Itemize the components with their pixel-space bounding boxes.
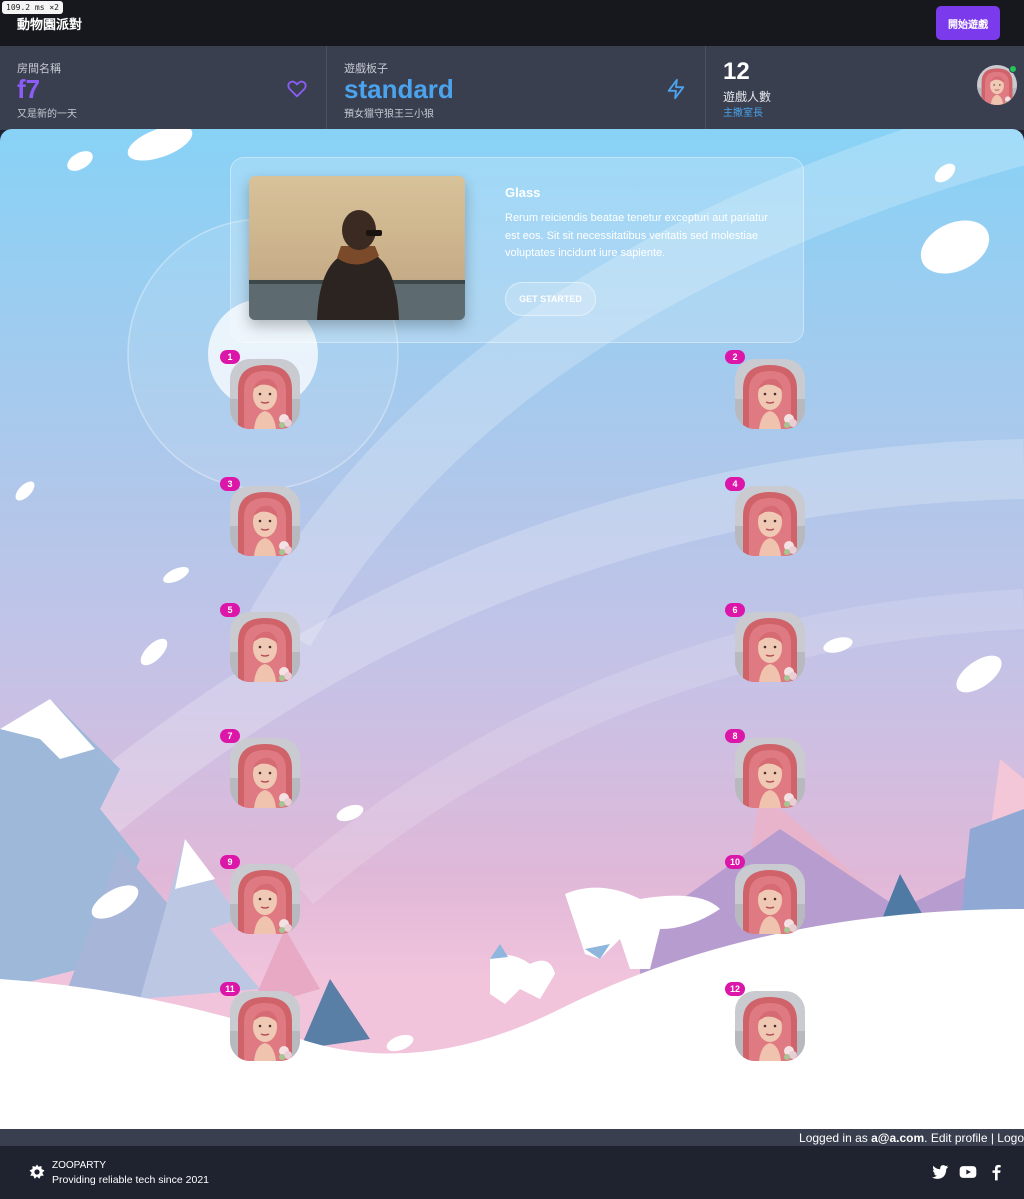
login-email: a@a.com [871,1131,925,1145]
seat-number-badge: 12 [725,982,746,996]
stats-bar: 房間名稱 f7 又是新的一天 遊戲板子 standard 預女獵守狼王三小狼 1… [0,46,1024,130]
card-text: Rerum reiciendis beatae tenetur exceptur… [505,212,768,259]
player-seat[interactable]: 8 [725,729,805,808]
room-sub: 又是新的一天 [17,109,77,120]
login-status: Logged in as a@a.com. Edit profile | Log… [799,1131,1024,1145]
seat-number-badge: 9 [220,855,240,869]
glass-card: Glass Rerum reiciendis beatae tenetur ex… [230,157,804,343]
player-avatar [735,864,805,934]
player-seat[interactable]: 1 [220,350,300,429]
seat-number-badge: 8 [725,729,745,743]
player-seat[interactable]: 6 [725,603,805,682]
game-stage: Glass Rerum reiciendis beatae tenetur ex… [0,129,1024,1129]
stat-players: 12 遊戲人數 主撒室長 [706,46,1024,130]
youtube-icon[interactable] [958,1162,978,1182]
player-avatar [735,486,805,556]
players-value: 12 [723,58,750,85]
seat-number-badge: 1 [220,350,240,364]
seat-number-badge: 5 [220,603,240,617]
player-seat[interactable]: 3 [220,477,300,556]
app-title[interactable]: 動物園派對 [17,14,82,33]
footer-tagline: Providing reliable tech since 2021 [52,1174,210,1186]
player-avatar [230,486,300,556]
player-avatar [230,612,300,682]
stat-board: 遊戲板子 standard 預女獵守狼王三小狼 [327,46,706,130]
player-seat[interactable]: 10 [725,855,805,934]
player-avatar [230,991,300,1061]
player-seat[interactable]: 9 [220,855,300,934]
card-photo [249,176,465,320]
start-game-button[interactable]: 開始遊戲 [936,6,1000,40]
player-avatar [735,991,805,1061]
get-started-button[interactable]: GET STARTED [505,282,596,316]
footer-brand: ZOOPARTY [52,1160,107,1171]
cog-logo-icon [29,1164,45,1179]
seat-number-badge: 7 [220,729,240,743]
seat-number-badge: 3 [220,477,240,491]
perf-badge: 109.2 ms ×2 [2,1,63,14]
seat-number-badge: 11 [220,982,240,996]
player-avatar [735,359,805,429]
login-bar: Logged in as a@a.com. Edit profile | Log… [0,1129,1024,1146]
player-seat[interactable]: 11 [220,982,300,1061]
seat-number-badge: 4 [725,477,745,491]
player-seat[interactable]: 5 [220,603,300,682]
players-label: 遊戲人數 [723,90,772,104]
player-avatar [735,738,805,808]
seat-number-badge: 6 [725,603,745,617]
card-title: Glass [505,185,541,200]
footer: ZOOPARTY Providing reliable tech since 2… [0,1146,1024,1199]
room-value: f7 [17,74,41,104]
top-bar: 109.2 ms ×2 動物園派對 開始遊戲 [0,0,1024,46]
login-prefix: Logged in as [799,1131,872,1145]
player-avatar [230,359,300,429]
heart-icon [287,80,307,98]
lightning-icon [667,78,685,100]
player-seat[interactable]: 12 [725,982,805,1061]
seat-number-badge: 10 [725,855,746,869]
player-seat[interactable]: 4 [725,477,805,556]
host-label: 主撒室長 [723,108,763,119]
board-sub: 預女獵守狼王三小狼 [344,109,434,120]
online-status-dot [1009,65,1017,73]
player-avatar [735,612,805,682]
twitter-icon[interactable] [930,1162,950,1182]
player-seat[interactable]: 2 [725,350,805,429]
seat-number-badge: 2 [725,350,745,364]
player-avatar [230,864,300,934]
stat-room: 房間名稱 f7 又是新的一天 [0,46,327,130]
login-links[interactable]: . Edit profile | Logo [924,1131,1024,1145]
board-value: standard [344,74,454,104]
player-avatar [230,738,300,808]
player-seat[interactable]: 7 [220,729,300,808]
facebook-icon[interactable] [986,1162,1006,1182]
